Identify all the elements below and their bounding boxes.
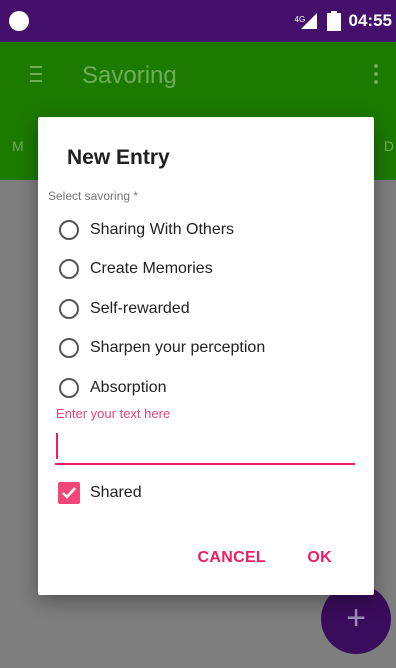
app-title: Savoring	[82, 62, 177, 89]
cancel-button[interactable]: CANCEL	[198, 549, 266, 567]
screen: 4G 04:55 Savoring M D + New Entry Select…	[0, 0, 396, 668]
radio-label: Self-rewarded	[90, 299, 190, 317]
tab-left-partial[interactable]: M	[12, 138, 24, 154]
radio-label: Sharpen your perception	[90, 339, 266, 357]
tab-right-partial[interactable]: D	[384, 138, 394, 154]
select-savoring-label: Select savoring *	[48, 189, 139, 203]
shared-label: Shared	[90, 484, 142, 501]
radio-option-sharing[interactable]: Sharing With Others	[59, 210, 265, 250]
radio-label: Absorption	[90, 378, 167, 396]
battery-icon	[326, 11, 341, 31]
status-right: 4G 04:55	[295, 10, 392, 32]
radio-button-icon[interactable]	[59, 338, 79, 359]
entry-text-input[interactable]	[55, 425, 355, 465]
text-field-hint: Enter your text here	[56, 406, 171, 421]
radio-button-icon[interactable]	[59, 219, 79, 240]
checkbox-checked-icon[interactable]	[58, 482, 80, 504]
more-options-icon[interactable]	[374, 64, 380, 86]
status-bar: 4G 04:55	[0, 0, 396, 42]
radio-button-icon[interactable]	[59, 377, 79, 398]
hamburger-menu-icon[interactable]	[30, 66, 42, 84]
radio-option-memories[interactable]: Create Memories	[59, 250, 265, 290]
dialog-title: New Entry	[67, 146, 170, 169]
radio-option-perception[interactable]: Sharpen your perception	[59, 329, 265, 369]
radio-button-icon[interactable]	[59, 298, 79, 319]
signal-icon: 4G	[295, 13, 317, 29]
notification-dot-icon	[9, 11, 29, 31]
app-bar: Savoring	[0, 42, 396, 110]
network-type: 4G	[294, 15, 306, 24]
text-cursor	[56, 433, 58, 459]
savoring-radio-group: Sharing With Others Create Memories Self…	[59, 210, 265, 408]
radio-option-absorption[interactable]: Absorption	[59, 368, 265, 408]
ok-button[interactable]: OK	[307, 549, 332, 567]
shared-checkbox-row[interactable]: Shared	[58, 482, 142, 504]
radio-button-icon[interactable]	[59, 259, 79, 280]
new-entry-dialog: New Entry Select savoring * Sharing With…	[38, 117, 374, 595]
radio-option-self-rewarded[interactable]: Self-rewarded	[59, 289, 265, 329]
clock: 04:55	[348, 11, 392, 30]
radio-label: Sharing With Others	[90, 220, 235, 238]
radio-label: Create Memories	[90, 260, 213, 278]
